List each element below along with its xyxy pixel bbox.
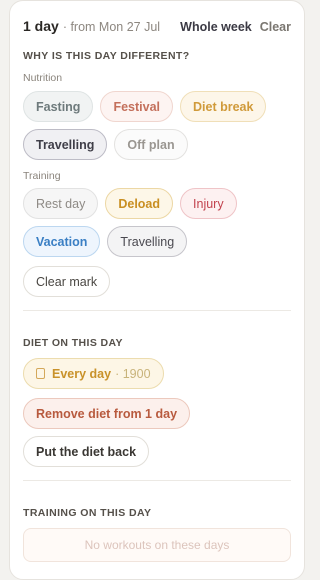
selected-day-count: 1 day [23,18,59,34]
diet-plan-chip[interactable]: Every day · 1900 [23,358,164,389]
no-workouts-placeholder: No workouts on these days [23,528,291,562]
day-range-header: 1 day · from Mon 27 Jul Whole week Clear [23,1,291,49]
diet-plan-row: Every day · 1900 [23,358,164,389]
put-diet-back-button[interactable]: Put the diet back [23,436,150,467]
clear-mark-button[interactable]: Clear mark [23,266,111,297]
training-label: Training [23,170,61,182]
nutrition-label: Nutrition [23,72,63,84]
clear-mark-row: Clear mark [23,266,111,297]
nutrition-chip-row: Fasting Festival Diet break [23,91,267,122]
day-override-panel: 1 day · from Mon 27 Jul Whole week Clear… [9,0,305,580]
training-chip-deload[interactable]: Deload [105,188,174,219]
training-chip-travelling[interactable]: Travelling [107,226,188,257]
nutrition-chip-fasting[interactable]: Fasting [23,91,94,122]
nutrition-chip-travelling[interactable]: Travelling [23,129,108,160]
start-date: · from Mon 27 Jul [62,20,161,34]
diet-section-title: DIET ON THIS DAY [23,337,123,349]
calendar-icon [36,368,45,379]
diet-plan-label: Every day [52,366,112,381]
nutrition-chip-festival[interactable]: Festival [100,91,174,122]
section-divider [23,310,291,311]
nutrition-chip-diet-break[interactable]: Diet break [180,91,267,122]
nutrition-chip-off-plan[interactable]: Off plan [114,129,188,160]
why-different-title: WHY IS THIS DAY DIFFERENT? [23,50,190,62]
training-section-title: TRAINING ON THIS DAY [23,507,152,519]
clear-selection-link[interactable]: Clear [260,20,291,34]
remove-diet-row: Remove diet from 1 day [23,398,191,429]
whole-week-link[interactable]: Whole week [180,20,252,34]
training-chip-vacation[interactable]: Vacation [23,226,101,257]
nutrition-chip-row-2: Travelling Off plan [23,129,188,160]
training-chip-rest-day[interactable]: Rest day [23,188,99,219]
put-diet-back-row: Put the diet back [23,436,150,467]
training-chip-injury[interactable]: Injury [180,188,237,219]
section-divider-2 [23,480,291,481]
diet-calories: · 1900 [115,366,151,381]
training-chip-row-2: Vacation Travelling [23,226,188,257]
training-chip-row: Rest day Deload Injury [23,188,237,219]
remove-diet-button[interactable]: Remove diet from 1 day [23,398,191,429]
